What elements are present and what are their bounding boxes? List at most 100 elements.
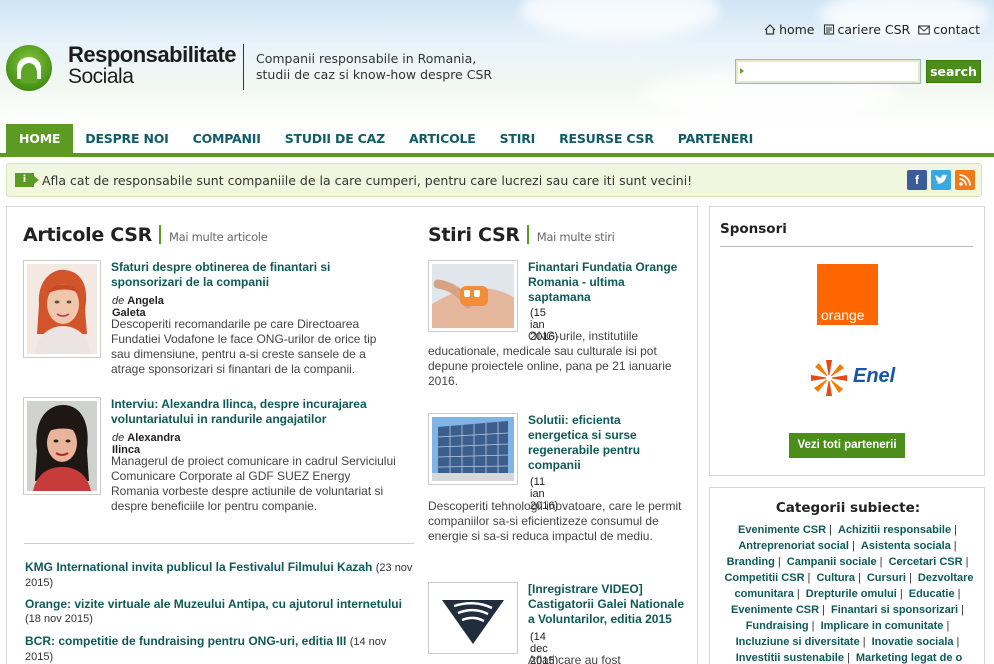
stiri-more-link[interactable]: Mai multe stiri bbox=[537, 230, 615, 244]
home-link[interactable]: home bbox=[764, 22, 815, 37]
categories-panel: Categorii subiecte: Evenimente CSR | Achi… bbox=[709, 487, 985, 664]
article-title-link[interactable]: Interviu: Alexandra Ilinca, despre incur… bbox=[111, 397, 391, 427]
news-title-link[interactable]: Solutii: eficienta energetica si surse r… bbox=[528, 413, 658, 473]
category-link[interactable]: Campanii sociale bbox=[787, 556, 877, 568]
categories-list: Evenimente CSR | Achizitii responsabile | … bbox=[718, 522, 980, 664]
orange-logo[interactable]: orange bbox=[817, 264, 878, 325]
social-links: f bbox=[907, 170, 975, 190]
info-text: Afla cat de responsabile sunt companiile… bbox=[42, 173, 693, 188]
top-links: home cariere CSR contact bbox=[764, 22, 980, 37]
enel-logo[interactable]: Enel bbox=[807, 356, 907, 402]
site-name-line1: Responsabilitate bbox=[68, 42, 237, 67]
category-separator: | bbox=[829, 524, 832, 536]
category-link[interactable]: Asistenta sociala bbox=[861, 540, 951, 552]
category-separator: | bbox=[822, 604, 825, 616]
articole-title: Articole CSR bbox=[23, 224, 153, 246]
news-title-link[interactable]: Finantari Fundatia Orange Romania - ulti… bbox=[528, 260, 688, 305]
nav-item-parteneri[interactable]: PARTENERI bbox=[666, 124, 765, 153]
site-logo-icon[interactable] bbox=[6, 45, 52, 91]
facebook-icon[interactable]: f bbox=[907, 170, 927, 190]
tagline-line2: studii de caz si know-how despre CSR bbox=[256, 67, 493, 82]
news-title-link[interactable]: [Inregistrare VIDEO] Castigatorii Galei … bbox=[528, 582, 690, 627]
nav-item-home[interactable]: HOME bbox=[6, 124, 74, 153]
category-separator: | bbox=[851, 540, 855, 552]
category-link[interactable]: Educatie bbox=[909, 588, 955, 600]
news-link[interactable]: Orange: vizite virtuale ale Muzeului Ant… bbox=[25, 597, 402, 611]
category-link[interactable]: Finantari si sponsorizari bbox=[831, 604, 958, 616]
category-separator: | bbox=[879, 556, 883, 568]
portrait-image bbox=[27, 401, 97, 491]
category-separator: | bbox=[857, 572, 861, 584]
category-link[interactable]: Cultura bbox=[816, 572, 855, 584]
news-thumbnail[interactable] bbox=[428, 582, 518, 654]
category-link[interactable]: Cursuri bbox=[867, 572, 906, 584]
news-link[interactable]: KMG International invita publicul la Fes… bbox=[25, 560, 372, 574]
category-separator: | bbox=[846, 652, 850, 664]
site-name-line2: Sociala bbox=[68, 65, 134, 88]
articole-more-link[interactable]: Mai multe articole bbox=[169, 230, 268, 244]
category-separator: | bbox=[956, 636, 960, 648]
search-button[interactable]: search bbox=[926, 60, 981, 83]
category-link[interactable]: Branding bbox=[727, 556, 775, 568]
article-thumbnail[interactable] bbox=[23, 260, 101, 358]
nav-item-articole[interactable]: ARTICOLE bbox=[397, 124, 488, 153]
category-separator: | bbox=[953, 540, 957, 552]
nav-item-despre-noi[interactable]: DESPRE NOI bbox=[73, 124, 180, 153]
vezi-toti-partenerii-button[interactable]: Vezi toti partenerii bbox=[789, 433, 905, 458]
enel-logo-text: Enel bbox=[853, 365, 896, 387]
orange-logo-text: orange bbox=[821, 307, 865, 323]
gala-logo-image bbox=[432, 586, 514, 650]
news-thumbnail[interactable] bbox=[428, 413, 518, 485]
cloud-decoration bbox=[520, 0, 720, 40]
header-divider bbox=[243, 44, 244, 90]
sponsors-panel: Sponsori orange Enel Vezi toti parteneri… bbox=[709, 206, 985, 476]
category-separator: | bbox=[961, 604, 964, 616]
category-link[interactable]: Achizitii responsabile bbox=[838, 524, 951, 536]
category-link[interactable]: Competitii CSR bbox=[724, 572, 804, 584]
twitter-icon[interactable] bbox=[931, 170, 951, 190]
rss-icon[interactable] bbox=[955, 170, 975, 190]
tagline-line1: Companii responsabile in Romania, bbox=[256, 51, 477, 66]
sponsors-title: Sponsori bbox=[720, 221, 787, 237]
info-bar: i Afla cat de responsabile sunt companii… bbox=[6, 163, 982, 197]
article-thumbnail[interactable] bbox=[23, 397, 101, 495]
news-description: Aflati care au fost bbox=[528, 653, 621, 664]
cariere-link[interactable]: cariere CSR bbox=[823, 22, 911, 37]
category-separator: | bbox=[965, 556, 969, 568]
article-author: de Alexandra Ilinca bbox=[112, 432, 180, 456]
category-link[interactable]: Investitii sustenabile bbox=[736, 652, 844, 664]
category-link[interactable]: Evenimente CSR bbox=[738, 524, 826, 536]
author-prefix: de bbox=[112, 295, 125, 307]
category-link[interactable]: Antreprenoriat social bbox=[738, 540, 849, 552]
search-input[interactable] bbox=[735, 59, 921, 84]
category-link[interactable]: Evenimente CSR bbox=[731, 604, 819, 616]
nav-item-companii[interactable]: COMPANII bbox=[181, 124, 273, 153]
category-link[interactable]: Fundraising bbox=[746, 620, 809, 632]
contact-link[interactable]: contact bbox=[918, 22, 980, 37]
category-link[interactable]: Marketing legat de o bbox=[856, 652, 962, 664]
nav-item-studii-de-caz[interactable]: STUDII DE CAZ bbox=[273, 124, 397, 153]
info-icon: i bbox=[15, 173, 39, 187]
stiri-title: Stiri CSR bbox=[428, 224, 520, 246]
author-prefix: de bbox=[112, 432, 125, 444]
category-link[interactable]: Drepturile omului bbox=[806, 588, 897, 600]
rss-glyph bbox=[959, 174, 971, 186]
cariere-link-label: cariere CSR bbox=[837, 22, 911, 37]
category-separator: | bbox=[862, 636, 866, 648]
article-description: Managerul de proiect comunicare in cadru… bbox=[111, 454, 396, 513]
category-link[interactable]: Inovatie sociala bbox=[872, 636, 954, 648]
articole-section-title: Articole CSR Mai multe articole bbox=[23, 224, 268, 246]
nav-item-stiri[interactable]: STIRI bbox=[488, 124, 547, 153]
nav-item-resurse-csr[interactable]: RESURSE CSR bbox=[547, 124, 666, 153]
list-item: BCR: competitie de fundraising pentru ON… bbox=[25, 634, 417, 664]
news-date: (18 nov 2015) bbox=[25, 613, 93, 625]
category-link[interactable]: Cercetari CSR bbox=[889, 556, 963, 568]
category-link[interactable]: Implicare in comunitate bbox=[821, 620, 944, 632]
news-thumbnail[interactable] bbox=[428, 260, 518, 332]
site-name[interactable]: Responsabilitate Sociala bbox=[68, 42, 237, 88]
news-link[interactable]: BCR: competitie de fundraising pentru ON… bbox=[25, 634, 346, 648]
logo-leaf-inner bbox=[21, 63, 37, 83]
article-title-link[interactable]: Sfaturi despre obtinerea de finantari si… bbox=[111, 260, 371, 290]
category-link[interactable]: Incluziune si diversitate bbox=[736, 636, 860, 648]
home-icon bbox=[764, 24, 776, 35]
